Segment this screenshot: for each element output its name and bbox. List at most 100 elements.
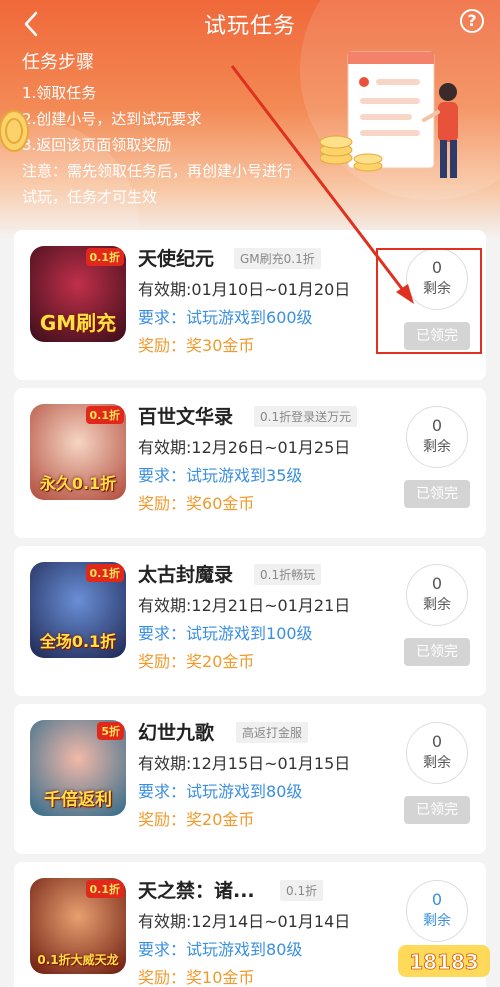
step-2: 2.创建小号，达到试玩要求 xyxy=(22,110,202,128)
task-card[interactable]: 0.1折 全场0.1折 太古封魔录 0.1折畅玩 有效期:12月21日~01月2… xyxy=(14,546,486,696)
validity-value: 12月21日~01月21日 xyxy=(191,596,351,615)
game-name: 百世文华录 xyxy=(138,406,234,428)
reward-value: 奖20金币 xyxy=(186,652,255,671)
watermark-text: 18183 xyxy=(409,950,479,974)
validity-value: 12月14日~01月14日 xyxy=(191,912,351,931)
game-name: 天使纪元 xyxy=(138,248,215,270)
require-value: 试玩游戏到600级 xyxy=(186,308,313,327)
discount-badge: 5折 xyxy=(97,722,124,740)
game-name: 幻世九歌 xyxy=(138,722,215,744)
task-board-illustration-icon xyxy=(320,51,458,178)
steps-title: 任务步骤 xyxy=(22,52,94,73)
claimed-button[interactable]: 已领完 xyxy=(404,638,470,666)
remain-count: 0 xyxy=(431,416,443,435)
game-icon: 0.1折 0.1折大威天龙 xyxy=(30,878,126,974)
game-tag: 0.1折畅玩 xyxy=(254,564,322,585)
require-row: 要求：试玩游戏到35级 xyxy=(138,462,302,486)
validity-label: 有效期: xyxy=(138,754,192,773)
require-value: 试玩游戏到80级 xyxy=(186,940,303,959)
game-icon: 0.1折 全场0.1折 xyxy=(30,562,126,658)
require-value: 试玩游戏到35级 xyxy=(186,466,303,485)
reward-label: 奖励： xyxy=(138,810,187,829)
require-label: 要求： xyxy=(138,308,187,327)
validity-value: 01月10日~01月20日 xyxy=(191,280,351,299)
reward-label: 奖励： xyxy=(138,652,187,671)
discount-badge: 0.1折 xyxy=(85,880,124,898)
task-card[interactable]: 0.1折 永久0.1折 百世文华录 0.1折登录送万元 有效期:12月26日~0… xyxy=(14,388,486,538)
game-name: 天之禁：诸... xyxy=(138,880,255,902)
game-tag: 0.1折登录送万元 xyxy=(254,406,358,427)
remain-count: 0 xyxy=(431,732,443,751)
require-label: 要求： xyxy=(138,782,187,801)
require-row: 要求：试玩游戏到100级 xyxy=(138,620,313,644)
task-steps: 任务步骤 1.领取任务 2.创建小号，达到试玩要求 3.返回该页面领取奖励 注意… xyxy=(22,48,302,210)
reward-row: 奖励：奖10金币 xyxy=(138,964,254,987)
validity-label: 有效期: xyxy=(138,912,192,931)
remain-counter: 0 剩余 xyxy=(406,406,468,468)
reward-row: 奖励：奖30金币 xyxy=(138,332,254,356)
require-value: 试玩游戏到80级 xyxy=(186,782,303,801)
remain-counter: 0 剩余 xyxy=(406,564,468,626)
reward-row: 奖励：奖20金币 xyxy=(138,648,254,672)
game-tag: 0.1折 xyxy=(280,880,324,901)
reward-value: 奖20金币 xyxy=(186,810,255,829)
require-row: 要求：试玩游戏到80级 xyxy=(138,778,302,802)
require-value: 试玩游戏到100级 xyxy=(186,624,313,643)
remain-count: 0 xyxy=(431,574,443,593)
reward-label: 奖励： xyxy=(138,494,187,513)
page-title: 试玩任务 xyxy=(203,14,296,39)
icon-caption: 千倍返利 xyxy=(44,790,112,810)
require-label: 要求： xyxy=(138,624,187,643)
validity-label: 有效期: xyxy=(138,596,192,615)
validity-label: 有效期: xyxy=(138,280,192,299)
steps-note: 注意：需先领取任务后，再创建小号进行试玩，任务才可生效 xyxy=(22,162,293,206)
game-name: 太古封魔录 xyxy=(138,564,234,586)
remain-counter: 0 剩余 xyxy=(406,880,468,942)
reward-row: 奖励：奖20金币 xyxy=(138,806,254,830)
validity-row: 有效期:12月26日~01月25日 xyxy=(138,434,350,458)
validity-value: 12月26日~01月25日 xyxy=(191,438,351,457)
icon-caption: 全场0.1折 xyxy=(39,632,117,651)
reward-row: 奖励：奖60金币 xyxy=(138,490,254,514)
reward-label: 奖励： xyxy=(138,968,187,987)
validity-row: 有效期:12月14日~01月14日 xyxy=(138,908,350,932)
highlight-box xyxy=(376,248,482,354)
icon-caption: 永久0.1折 xyxy=(39,474,117,493)
remain-label: 剩余 xyxy=(423,755,451,771)
validity-row: 有效期:12月15日~01月15日 xyxy=(138,750,350,774)
remain-label: 剩余 xyxy=(423,913,451,929)
coin-icon xyxy=(0,110,29,152)
game-icon: 5折 千倍返利 xyxy=(30,720,126,816)
icon-caption: GM刷充 xyxy=(39,311,117,335)
game-icon: 0.1折 GM刷充 xyxy=(30,246,126,342)
step-1: 1.领取任务 xyxy=(22,84,97,102)
reward-value: 奖60金币 xyxy=(186,494,255,513)
claimed-button[interactable]: 已领完 xyxy=(404,480,470,508)
game-tag: GM刷充0.1折 xyxy=(234,248,321,269)
remain-label: 剩余 xyxy=(423,439,451,455)
remain-label: 剩余 xyxy=(423,597,451,613)
remain-count: 0 xyxy=(431,890,443,909)
require-row: 要求：试玩游戏到80级 xyxy=(138,936,302,960)
game-tag: 高返打金服 xyxy=(236,722,309,743)
require-row: 要求：试玩游戏到600级 xyxy=(138,304,313,328)
claimed-button[interactable]: 已领完 xyxy=(404,796,470,824)
require-label: 要求： xyxy=(138,466,187,485)
discount-badge: 0.1折 xyxy=(85,248,124,266)
validity-label: 有效期: xyxy=(138,438,192,457)
watermark-logo: 18183 xyxy=(398,945,490,977)
remain-counter: 0 剩余 xyxy=(406,722,468,784)
validity-row: 有效期:01月10日~01月20日 xyxy=(138,276,350,300)
validity-row: 有效期:12月21日~01月21日 xyxy=(138,592,350,616)
reward-label: 奖励： xyxy=(138,336,187,355)
discount-badge: 0.1折 xyxy=(85,564,124,582)
icon-caption: 0.1折大威天龙 xyxy=(37,953,119,967)
reward-value: 奖10金币 xyxy=(186,968,255,987)
require-label: 要求： xyxy=(138,940,187,959)
game-icon: 0.1折 永久0.1折 xyxy=(30,404,126,500)
task-card[interactable]: 5折 千倍返利 幻世九歌 高返打金服 有效期:12月15日~01月15日 要求：… xyxy=(14,704,486,854)
header-banner: 试玩任务 ? 任务步骤 1.领取任务 2.创建小号，达到试玩要求 3.返回该页面… xyxy=(0,0,500,240)
validity-value: 12月15日~01月15日 xyxy=(191,754,351,773)
reward-value: 奖30金币 xyxy=(186,336,255,355)
help-icon[interactable]: ? xyxy=(460,9,484,33)
